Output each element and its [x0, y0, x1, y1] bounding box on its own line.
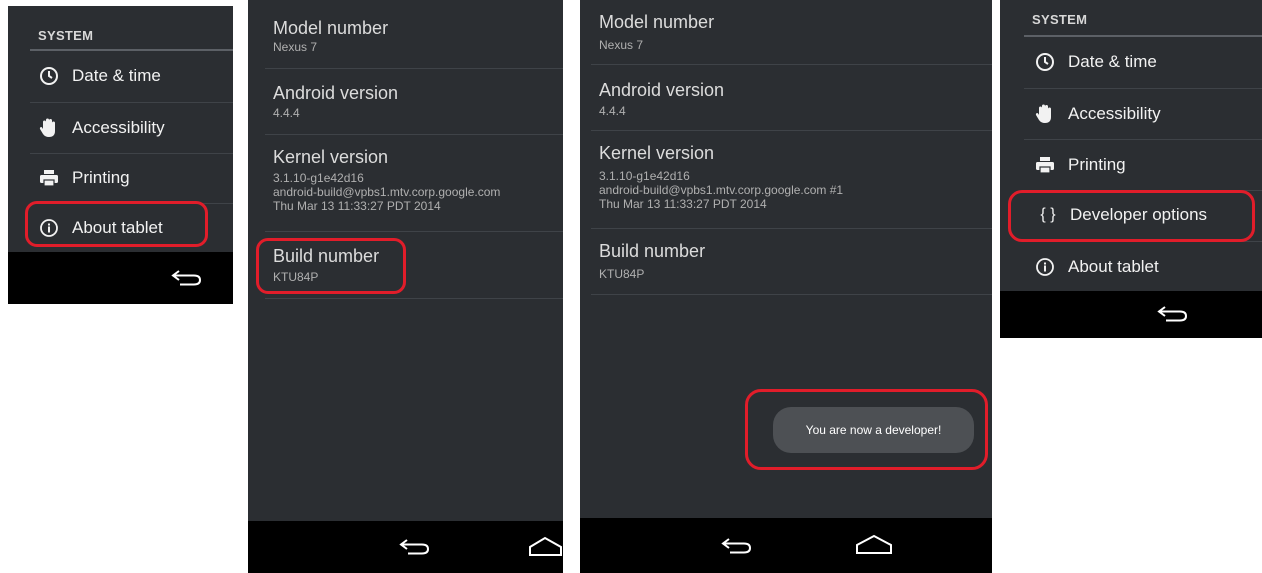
model-number-value: Nexus 7 [599, 38, 644, 52]
divider [591, 294, 992, 295]
divider [265, 231, 563, 232]
menu-item-accessibility[interactable]: Accessibility [1034, 89, 1262, 139]
section-header-system: SYSTEM [1032, 12, 1088, 27]
menu-item-label: Accessibility [72, 118, 165, 137]
home-icon[interactable] [528, 535, 563, 562]
divider [591, 64, 992, 65]
menu-item-label: Date & time [1068, 52, 1157, 71]
menu-item-date-time[interactable]: Date & time [1034, 37, 1262, 87]
about-tablet-panel-developer: Model number Nexus 7 Android version 4.4… [580, 0, 992, 573]
hand-icon [38, 117, 60, 139]
highlight-developer-options [1008, 190, 1255, 242]
android-version-value: 4.4.4 [273, 106, 300, 120]
menu-item-date-time[interactable]: Date & time [38, 51, 233, 101]
model-number-title: Model number [273, 18, 389, 38]
info-icon [1034, 256, 1056, 278]
menu-item-label: Accessibility [1068, 104, 1161, 123]
model-number-value: Nexus 7 [273, 40, 318, 54]
kernel-version-title: Kernel version [273, 147, 389, 167]
menu-item-label: Printing [72, 168, 130, 187]
divider [591, 228, 992, 229]
clock-icon [1034, 51, 1056, 73]
build-number-title[interactable]: Build number [599, 241, 705, 262]
kernel-version-line: 3.1.10-g1e42d16 [273, 171, 364, 185]
menu-item-accessibility[interactable]: Accessibility [38, 103, 233, 153]
printer-icon [38, 167, 60, 189]
highlight-build-number [256, 238, 406, 294]
android-version-title: Android version [273, 83, 399, 103]
menu-item-label: Date & time [72, 66, 161, 85]
divider [265, 298, 563, 299]
navigation-bar [1000, 291, 1262, 338]
kernel-version-title: Kernel version [599, 143, 715, 163]
back-icon[interactable] [720, 536, 752, 561]
highlight-developer-toast [745, 389, 988, 470]
menu-item-label: Printing [1068, 155, 1126, 174]
divider [265, 134, 563, 135]
section-header-system: SYSTEM [38, 28, 94, 43]
build-number-value: KTU84P [599, 267, 645, 281]
settings-panel-system: SYSTEM Date & time Accessibility Printin… [8, 6, 233, 304]
navigation-bar [248, 521, 563, 573]
highlight-about-tablet [25, 201, 208, 247]
back-icon[interactable] [170, 268, 202, 293]
model-number-title: Model number [599, 12, 715, 32]
home-icon[interactable] [855, 533, 893, 560]
back-icon[interactable] [398, 537, 430, 562]
clock-icon [38, 65, 60, 87]
navigation-bar [8, 252, 233, 304]
android-version-title: Android version [599, 80, 725, 100]
menu-item-printing[interactable]: Printing [1034, 140, 1262, 190]
kernel-version-line: 3.1.10-g1e42d16 [599, 169, 690, 183]
kernel-version-line: android-build@vpbs1.mtv.corp.google.com … [599, 183, 844, 197]
android-version-value: 4.4.4 [599, 104, 626, 118]
navigation-bar [580, 518, 992, 573]
back-icon[interactable] [1156, 304, 1188, 329]
menu-item-about-tablet[interactable]: About tablet [1034, 242, 1262, 292]
printer-icon [1034, 154, 1056, 176]
menu-item-label: About tablet [1068, 257, 1159, 276]
menu-item-printing[interactable]: Printing [38, 153, 233, 203]
divider [265, 68, 563, 69]
kernel-version-line: Thu Mar 13 11:33:27 PDT 2014 [273, 199, 441, 213]
hand-icon [1034, 103, 1056, 125]
kernel-version-line: android-build@vpbs1.mtv.corp.google.com [273, 185, 501, 199]
settings-panel-system-developer: SYSTEM Date & time Accessibility Printin… [1000, 0, 1262, 338]
divider [591, 130, 992, 131]
kernel-version-line: Thu Mar 13 11:33:27 PDT 2014 [599, 197, 767, 211]
